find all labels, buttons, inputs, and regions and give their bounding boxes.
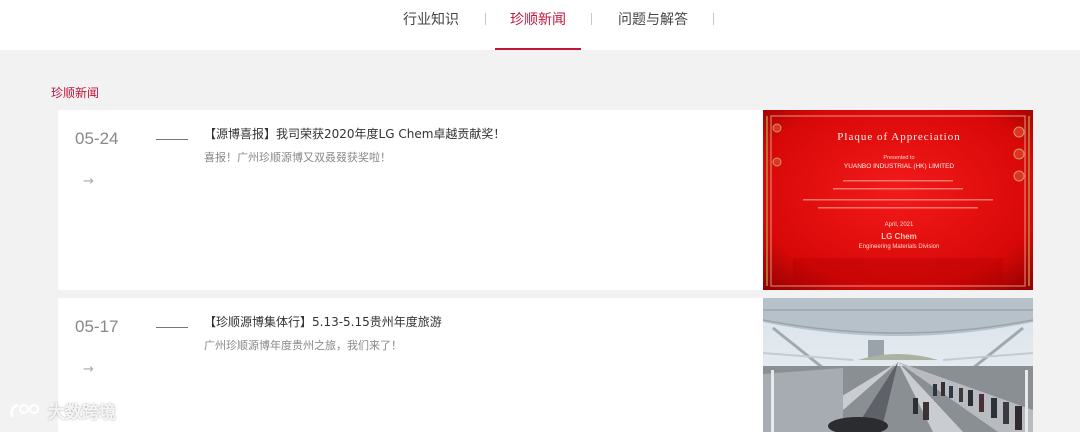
news-thumbnail-plaque[interactable]: Plaque of Appreciation Presented to YUAN…	[763, 110, 1033, 290]
news-date: 05-17	[75, 317, 119, 336]
plaque-company: YUANBO INDUSTRIAL (HK) LIMITED	[844, 163, 955, 170]
tab-separator	[591, 13, 592, 25]
section-title: 珍顺新闻	[51, 86, 100, 100]
plaque-presented-to: Presented to	[883, 155, 914, 161]
tab-separator	[485, 13, 486, 25]
news-summary: 广州珍顺源博年度贵州之旅，我们来了！	[204, 339, 402, 352]
watermark-logo-icon	[10, 403, 39, 417]
news-card[interactable]: 05-24 → 【源博喜报】我司荣获2020年度LG Chem卓越贡献奖！ 喜报…	[58, 110, 1033, 290]
tab-separator	[713, 13, 714, 25]
news-title[interactable]: 【珍顺源博集体行】5.13-5.15贵州年度旅游	[204, 313, 442, 330]
station-photo	[763, 298, 1033, 432]
plaque-brand: LG Chem	[881, 232, 917, 241]
tab-qa[interactable]: 问题与解答	[604, 0, 702, 50]
news-card[interactable]: 05-17 → 【珍顺源博集体行】5.13-5.15贵州年度旅游 广州珍顺源博年…	[58, 298, 1033, 432]
arrow-right-icon[interactable]: →	[83, 174, 94, 189]
watermark: 大数跨境	[8, 398, 116, 423]
plaque-image: Plaque of Appreciation Presented to YUAN…	[763, 110, 1033, 290]
date-dash	[156, 139, 188, 140]
date-dash	[156, 327, 188, 328]
news-thumbnail-station[interactable]	[763, 298, 1033, 432]
watermark-text: 大数跨境	[48, 403, 116, 423]
plaque-date: April, 2021	[885, 222, 914, 228]
plaque-heading: Plaque of Appreciation	[837, 131, 960, 143]
news-date: 05-24	[75, 129, 119, 148]
news-summary: 喜报！广州珍顺源博又双叒叕获奖啦！	[204, 151, 391, 164]
arrow-right-icon[interactable]: →	[83, 362, 94, 377]
tab-industry-knowledge[interactable]: 行业知识	[393, 0, 469, 50]
news-title[interactable]: 【源博喜报】我司荣获2020年度LG Chem卓越贡献奖！	[204, 125, 505, 142]
tab-zhenshun-news[interactable]: 珍顺新闻	[495, 0, 581, 50]
plaque-division: Engineering Materials Division	[859, 244, 940, 250]
top-navigation: 行业知识 珍顺新闻 问题与解答	[0, 0, 1080, 50]
